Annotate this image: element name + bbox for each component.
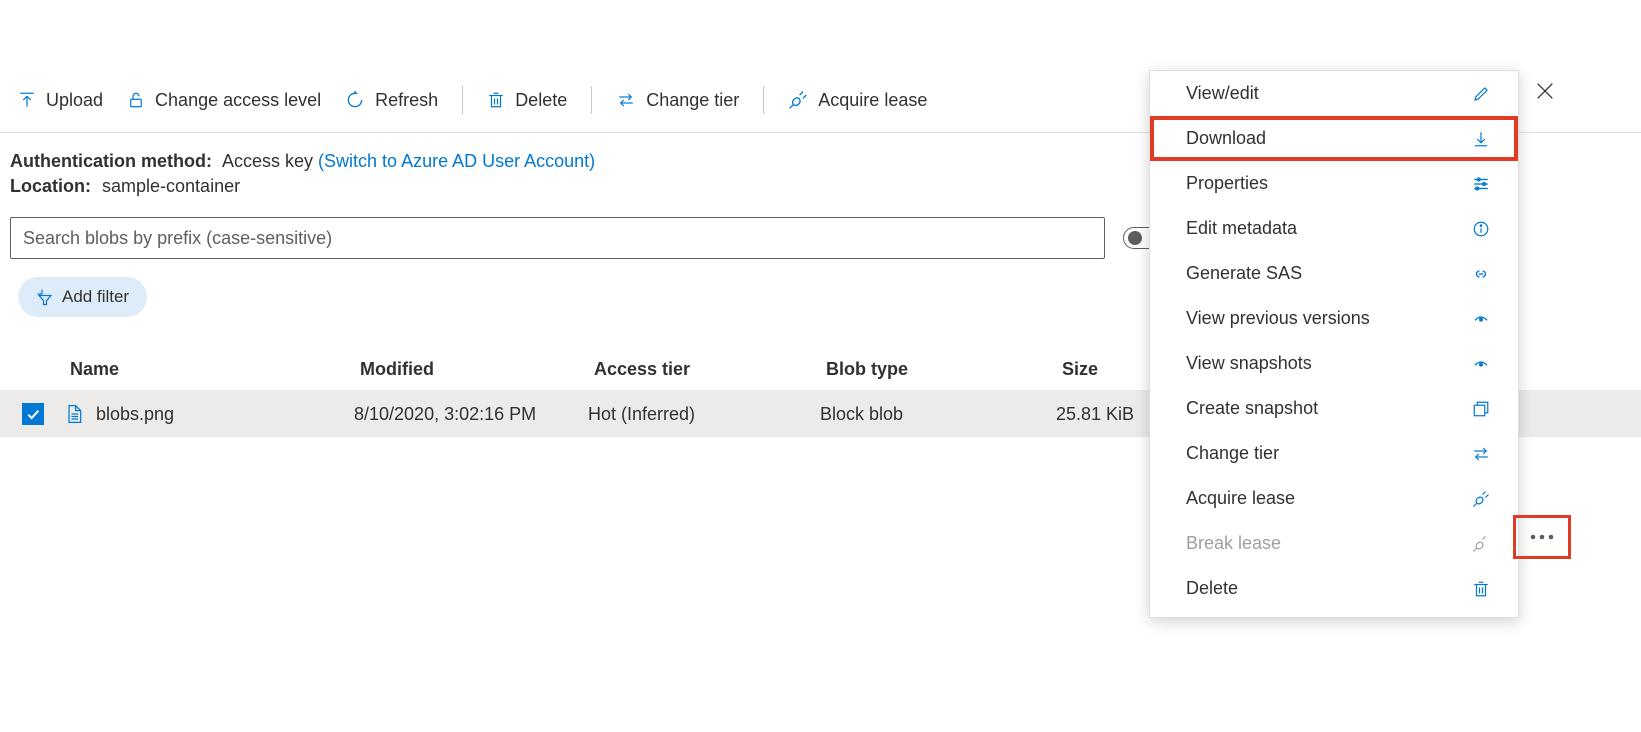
- change-access-button[interactable]: Change access level: [127, 90, 321, 111]
- separator: [763, 86, 764, 114]
- acquire-lease-button[interactable]: Acquire lease: [788, 90, 927, 111]
- separator: [462, 86, 463, 114]
- acquire-lease-label: Acquire lease: [818, 90, 927, 111]
- row-modified: 8/10/2020, 3:02:16 PM: [354, 404, 588, 425]
- change-access-label: Change access level: [155, 90, 321, 111]
- menu-properties[interactable]: Properties: [1150, 161, 1518, 206]
- row-name: blobs.png: [96, 404, 174, 425]
- col-size[interactable]: Size: [1062, 359, 1162, 380]
- location-value: sample-container: [102, 176, 240, 196]
- refresh-icon: [345, 90, 365, 110]
- separator: [591, 86, 592, 114]
- stack-icon: [1470, 400, 1492, 418]
- plug-icon: [1470, 490, 1492, 508]
- pencil-icon: [1470, 85, 1492, 103]
- add-filter-button[interactable]: Add filter: [18, 277, 147, 317]
- menu-edit-metadata[interactable]: Edit metadata: [1150, 206, 1518, 251]
- col-modified[interactable]: Modified: [360, 359, 594, 380]
- eye-icon: [1470, 356, 1492, 372]
- more-actions-button[interactable]: [1516, 518, 1568, 556]
- swap-icon: [1470, 445, 1492, 463]
- swap-icon: [616, 91, 636, 109]
- auth-method-label: Authentication method:: [10, 151, 212, 171]
- menu-generate-sas-label: Generate SAS: [1186, 263, 1302, 284]
- filter-icon: [36, 288, 54, 306]
- row-size: 25.81 KiB: [1056, 404, 1156, 425]
- change-tier-label: Change tier: [646, 90, 739, 111]
- context-menu: View/edit Download Properties Edit metad…: [1149, 70, 1519, 618]
- menu-view-snapshots-label: View snapshots: [1186, 353, 1312, 374]
- menu-delete[interactable]: Delete: [1150, 566, 1518, 611]
- delete-button[interactable]: Delete: [487, 90, 567, 111]
- menu-view-edit[interactable]: View/edit: [1150, 71, 1518, 116]
- menu-acquire-lease-label: Acquire lease: [1186, 488, 1295, 509]
- row-blob-type: Block blob: [820, 404, 1056, 425]
- menu-view-versions-label: View previous versions: [1186, 308, 1370, 329]
- refresh-button[interactable]: Refresh: [345, 90, 438, 111]
- change-tier-button[interactable]: Change tier: [616, 90, 739, 111]
- menu-edit-metadata-label: Edit metadata: [1186, 218, 1297, 239]
- auth-method-value: Access key: [222, 151, 313, 171]
- row-access-tier: Hot (Inferred): [588, 404, 820, 425]
- menu-delete-label: Delete: [1186, 578, 1238, 599]
- menu-break-lease-label: Break lease: [1186, 533, 1281, 554]
- col-access-tier[interactable]: Access tier: [594, 359, 826, 380]
- menu-create-snapshot-label: Create snapshot: [1186, 398, 1318, 419]
- menu-create-snapshot[interactable]: Create snapshot: [1150, 386, 1518, 431]
- location-label: Location:: [10, 176, 91, 196]
- menu-change-tier-label: Change tier: [1186, 443, 1279, 464]
- delete-label: Delete: [515, 90, 567, 111]
- eye-icon: [1470, 311, 1492, 327]
- menu-properties-label: Properties: [1186, 173, 1268, 194]
- add-filter-label: Add filter: [62, 287, 129, 307]
- menu-view-edit-label: View/edit: [1186, 83, 1259, 104]
- row-checkbox[interactable]: [22, 403, 44, 425]
- unplug-icon: [1470, 535, 1492, 553]
- menu-break-lease: Break lease: [1150, 521, 1518, 566]
- menu-download[interactable]: Download: [1150, 116, 1518, 161]
- menu-change-tier[interactable]: Change tier: [1150, 431, 1518, 476]
- lock-icon: [127, 91, 145, 109]
- search-input[interactable]: [10, 217, 1105, 259]
- upload-icon: [18, 91, 36, 109]
- menu-download-label: Download: [1186, 128, 1266, 149]
- trash-icon: [487, 91, 505, 109]
- close-button[interactable]: [1534, 80, 1556, 102]
- link-icon: [1470, 265, 1492, 283]
- file-icon: [64, 403, 84, 425]
- trash-icon: [1470, 580, 1492, 598]
- switch-auth-link[interactable]: (Switch to Azure AD User Account): [318, 151, 595, 171]
- menu-view-versions[interactable]: View previous versions: [1150, 296, 1518, 341]
- info-icon: [1470, 220, 1492, 238]
- menu-view-snapshots[interactable]: View snapshots: [1150, 341, 1518, 386]
- col-name[interactable]: Name: [70, 359, 360, 380]
- sliders-icon: [1470, 175, 1492, 193]
- download-icon: [1470, 130, 1492, 148]
- col-blob-type[interactable]: Blob type: [826, 359, 1062, 380]
- menu-acquire-lease[interactable]: Acquire lease: [1150, 476, 1518, 521]
- upload-button[interactable]: Upload: [18, 90, 103, 111]
- menu-generate-sas[interactable]: Generate SAS: [1150, 251, 1518, 296]
- refresh-label: Refresh: [375, 90, 438, 111]
- upload-label: Upload: [46, 90, 103, 111]
- plug-icon: [788, 90, 808, 110]
